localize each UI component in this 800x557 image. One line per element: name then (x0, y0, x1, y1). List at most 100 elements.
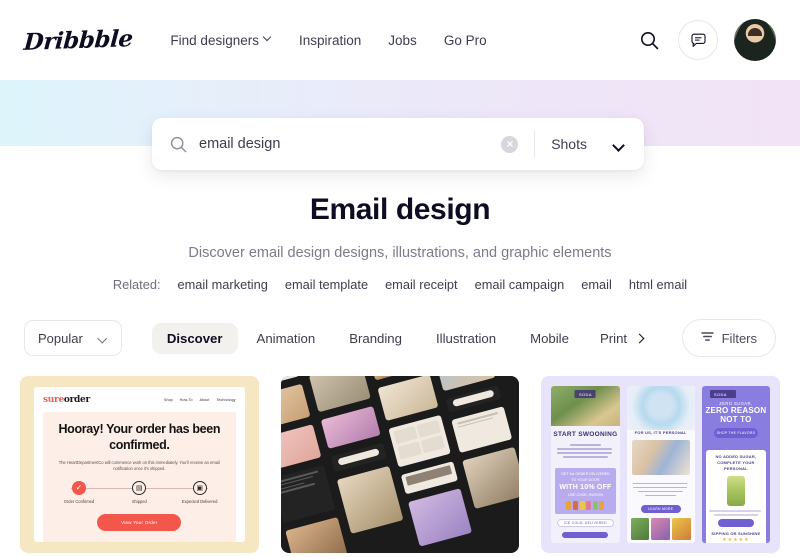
search-icon (170, 136, 187, 153)
email-nav-item: Shop (163, 398, 173, 402)
sort-value: Popular (38, 330, 83, 346)
email-nav-item: About (199, 398, 210, 402)
search-input[interactable] (199, 136, 502, 152)
top-navigation: Dribbble Find designers Inspiration Jobs… (0, 0, 800, 80)
email-button: ICE COLD, DELIVERED (557, 519, 614, 527)
nav-item-find-designers[interactable]: Find designers (170, 33, 272, 48)
tab-label: Print (599, 330, 628, 346)
promo-code: USE CODE: SWOON (568, 492, 603, 497)
email-headline: START SWOONING (553, 431, 618, 439)
search-bar-container: Shots (152, 118, 644, 170)
close-icon[interactable] (501, 135, 519, 153)
rating-stars: ★★★★★ (722, 536, 750, 543)
email-nav-item: Technology (216, 398, 236, 402)
related-tag[interactable]: email campaign (475, 277, 565, 292)
bottle-row (558, 501, 612, 511)
related-tag[interactable]: email template (285, 277, 368, 292)
dribbble-logo[interactable]: Dribbble (23, 25, 134, 56)
email-headline: FOR US, IT'S PERSONAL (634, 430, 687, 436)
shot-thumbnail[interactable] (280, 376, 520, 553)
email-column: SODA ZERO SUGAR, ZERO REASON NOT TO SHOP… (701, 386, 770, 543)
shot-grid: sureorder Shop How-To About Technology H… (0, 376, 800, 557)
check-icon: ✓ (72, 480, 86, 495)
promo-top: GET 1st ORDER DELIVERED TO YOUR DOOR (561, 472, 610, 482)
step-item: ▤ Shipped (117, 480, 161, 505)
related-tag[interactable]: email receipt (385, 277, 458, 292)
nav-actions (636, 19, 776, 61)
related-label: Related: (112, 277, 161, 292)
message-bubble-icon[interactable] (678, 20, 718, 60)
email-column: SODA START SWOONING GET 1st ORDER DELIVE… (551, 386, 620, 543)
email-nav-item: How-To (179, 398, 193, 402)
filter-icon (700, 329, 714, 347)
step-label: Expected Delivered (181, 498, 218, 504)
product-block: NO ADDED SUGAR, COMPLETE YOUR PERSONAL S… (705, 450, 766, 543)
section-heading: NO ADDED SUGAR, COMPLETE YOUR PERSONAL (715, 454, 757, 472)
chevron-down-icon (613, 141, 624, 148)
truck-icon: ▤ (132, 480, 147, 495)
category-tabs: Discover Animation Branding Illustration… (151, 322, 648, 354)
search-scope-value: Shots (551, 136, 587, 152)
tab-illustration[interactable]: Illustration (421, 323, 511, 354)
search-scope-select[interactable]: Shots (551, 136, 630, 152)
tab-branding[interactable]: Branding (334, 323, 417, 354)
tab-mobile[interactable]: Mobile (515, 323, 584, 354)
tab-print[interactable]: Print (588, 323, 648, 354)
search-icon[interactable] (636, 27, 662, 53)
nav-item-go-pro[interactable]: Go Pro (444, 33, 487, 48)
brand-logo: SODA (574, 390, 596, 398)
mockup-stage (280, 376, 520, 553)
avatar[interactable] (734, 19, 776, 61)
email-header: sureorder Shop How-To About Technology (43, 395, 236, 412)
nav-item-inspiration[interactable]: Inspiration (299, 33, 361, 48)
sort-select[interactable]: Popular (24, 320, 122, 356)
nav-item-label: Find designers (170, 32, 259, 48)
related-tag[interactable]: email marketing (178, 277, 268, 292)
filter-toolbar: Popular Discover Animation Branding Illu… (0, 318, 800, 358)
page-subtitle: Discover email design designs, illustrat… (188, 245, 612, 261)
shot-thumbnail[interactable]: sureorder Shop How-To About Technology H… (20, 376, 259, 553)
shot-card[interactable]: sureorder Shop How-To About Technology H… (20, 376, 259, 557)
email-button: SHOP THE FLAVORS (713, 428, 758, 439)
image-row (627, 515, 695, 543)
email-headline: ZERO REASON NOT TO (705, 406, 767, 425)
tab-animation[interactable]: Animation (242, 323, 331, 354)
shot-card[interactable] (280, 376, 520, 557)
promo-headline: WITH 10% OFF (559, 484, 612, 492)
search-bar: Shots (152, 118, 644, 170)
step-item: ▣ Expected Delivered (178, 480, 222, 505)
email-button: LEARN MORE (640, 504, 681, 514)
step-label: Order Confirmed (63, 498, 95, 504)
email-paragraph: The HeartDepartmentCo will commence work… (58, 460, 220, 472)
email-nav: Shop How-To About Technology (164, 398, 236, 402)
divider (534, 131, 536, 157)
filters-label: Filters (721, 330, 757, 346)
related-tags: Related: email marketing email template … (0, 277, 800, 292)
order-steps: ✓ Order Confirmed ▤ Shipped ▣ Expected D… (51, 480, 228, 505)
filters-button[interactable]: Filters (681, 319, 776, 357)
nav-item-jobs[interactable]: Jobs (388, 33, 417, 48)
email-headline: Hooray! Your order has been confirmed. (58, 422, 221, 452)
chevron-down-icon (264, 34, 272, 42)
brand-logo: SODA (709, 390, 736, 398)
browser-window: Dribbble Find designers Inspiration Jobs… (0, 0, 800, 557)
chevron-down-icon (99, 335, 108, 341)
tab-discover[interactable]: Discover (151, 322, 238, 354)
main-nav-links: Find designers Inspiration Jobs Go Pro (170, 33, 486, 48)
email-column: FOR US, IT'S PERSONAL LEARN MORE (626, 386, 695, 543)
step-item: ✓ Order Confirmed (57, 480, 101, 505)
package-icon: ▣ (192, 480, 207, 495)
shot-card[interactable]: SODA START SWOONING GET 1st ORDER DELIVE… (541, 376, 780, 557)
brand-logo: sureorder (43, 395, 90, 405)
brand-order: order (63, 395, 90, 405)
email-cta-button: View Your Order (97, 513, 182, 531)
related-tag[interactable]: email (581, 277, 612, 292)
shot-thumbnail[interactable]: SODA START SWOONING GET 1st ORDER DELIVE… (541, 376, 780, 553)
promo-block: GET 1st ORDER DELIVERED TO YOUR DOOR WIT… (555, 468, 616, 515)
brand-sure: sure (43, 395, 64, 405)
page-title: Email design (309, 193, 491, 226)
chevron-right-icon[interactable] (636, 334, 644, 343)
hero-section: Email design Discover email design desig… (0, 192, 800, 292)
step-label: Shipped (131, 498, 147, 504)
related-tag[interactable]: html email (629, 277, 687, 292)
